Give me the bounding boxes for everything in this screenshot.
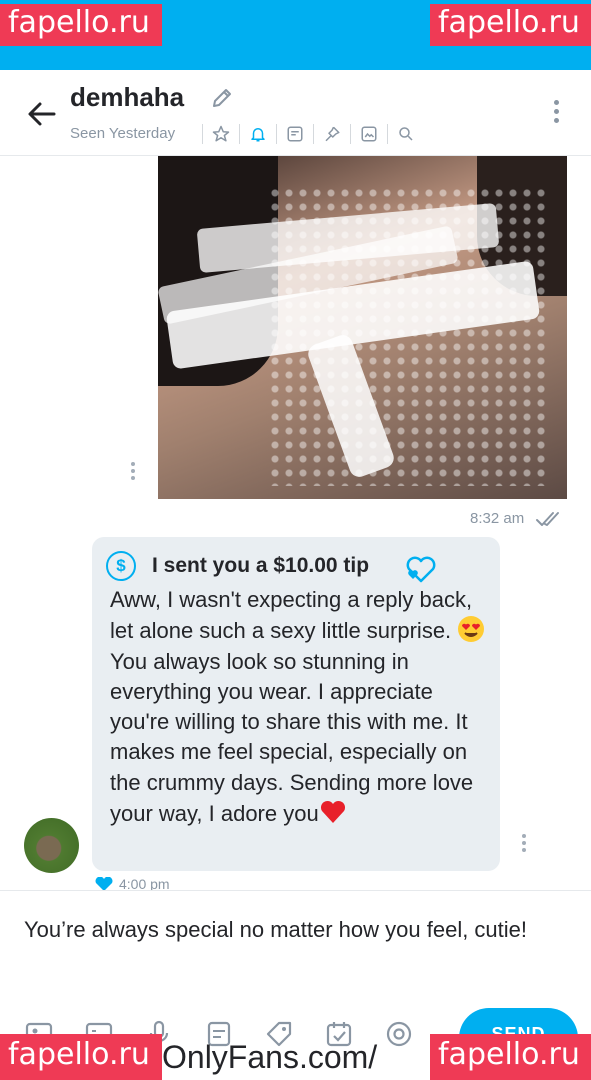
chat-username[interactable]: demhaha (70, 82, 184, 113)
watermark-bottom-left: fapello.ru (0, 1034, 162, 1080)
divider (202, 124, 203, 144)
message-time: 8:32 am (470, 510, 525, 527)
mention-icon[interactable] (384, 1019, 414, 1049)
message-options-icon[interactable] (128, 462, 138, 484)
message-time-label: 4:00 pm (119, 877, 170, 891)
watermark-bottom-right: fapello.ru (430, 1034, 591, 1080)
read-checkmarks-icon (536, 512, 559, 526)
media-icon[interactable] (357, 122, 381, 146)
heart-eyes-emoji-icon (458, 616, 485, 643)
divider (276, 124, 277, 144)
message-text-part: You always look so stunning in everythin… (110, 648, 474, 827)
star-icon[interactable] (209, 122, 233, 146)
bell-icon[interactable] (246, 122, 270, 146)
chat-header: demhaha Seen Yesterday (0, 70, 591, 156)
message-options-icon[interactable] (519, 834, 529, 856)
divider (313, 124, 314, 144)
search-icon[interactable] (394, 122, 418, 146)
red-heart-emoji-icon (320, 801, 345, 824)
footer-url: OnlyFans.com/ (162, 1039, 378, 1075)
message-input[interactable]: You’re always special no matter how you … (24, 911, 564, 949)
message-time: 4:00 pm (95, 877, 170, 891)
header-actions (196, 122, 418, 146)
note-icon[interactable] (283, 122, 307, 146)
more-options-icon[interactable] (548, 100, 564, 128)
divider (350, 124, 351, 144)
watermark-top-right: fapello.ru (430, 4, 591, 46)
divider (239, 124, 240, 144)
message-text-part: Aww, I wasn't expecting a reply back, le… (110, 587, 473, 644)
divider (387, 124, 388, 144)
watermark-top-left: fapello.ru (0, 4, 162, 46)
pin-icon[interactable] (320, 122, 344, 146)
back-arrow-icon[interactable] (26, 98, 58, 130)
avatar[interactable] (24, 818, 79, 873)
pencil-icon[interactable] (210, 86, 234, 110)
photo-message[interactable] (158, 156, 567, 499)
dollar-icon: $ (106, 551, 136, 581)
heart-small-icon (95, 877, 113, 891)
heart-icon (406, 556, 436, 583)
seen-status: Seen Yesterday (70, 125, 176, 142)
tip-message-bubble: $ I sent you a $10.00 tip Aww, I wasn't … (92, 537, 500, 871)
tip-row: $ I sent you a $10.00 tip (106, 551, 369, 581)
message-text: Aww, I wasn't expecting a reply back, le… (110, 585, 490, 829)
tip-label: I sent you a $10.00 tip (152, 554, 370, 577)
